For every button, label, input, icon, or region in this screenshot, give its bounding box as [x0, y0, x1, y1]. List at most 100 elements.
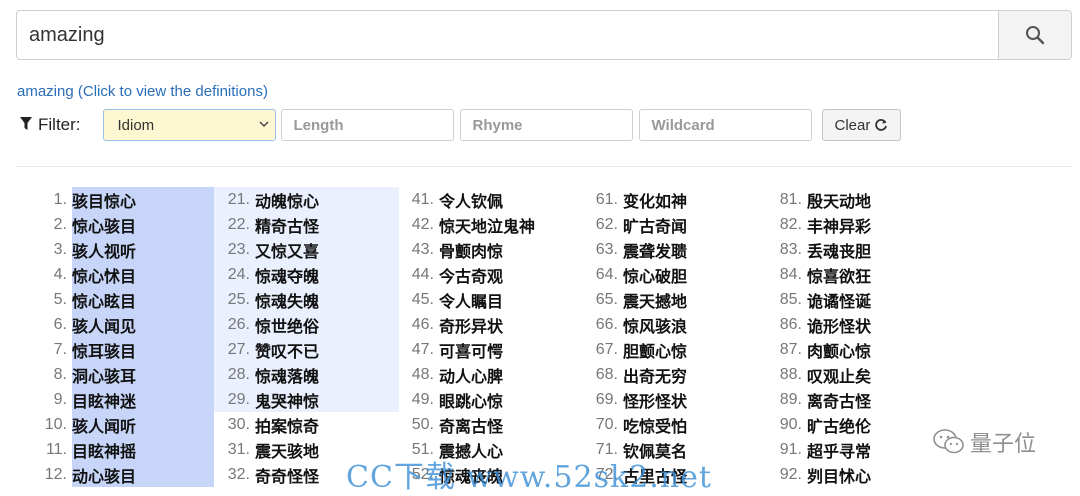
result-item[interactable]: 86. 诡形怪状	[762, 312, 871, 337]
result-item[interactable]: 4. 惊心怵目	[27, 262, 136, 287]
result-word[interactable]: 精奇古怪	[255, 213, 319, 237]
result-word[interactable]: 变化如神	[623, 188, 687, 212]
result-item[interactable]: 81. 殷天动地	[762, 187, 871, 212]
result-item[interactable]: 68. 出奇无穷	[578, 362, 687, 387]
result-word[interactable]: 震天骇地	[255, 438, 319, 462]
result-item[interactable]: 46. 奇形异状	[394, 312, 503, 337]
result-item[interactable]: 5. 惊心眩目	[27, 287, 136, 312]
wildcard-input[interactable]: Wildcard	[638, 109, 812, 141]
result-item[interactable]: 41. 令人钦佩	[394, 187, 503, 212]
result-item[interactable]: 69. 怪形怪状	[578, 387, 687, 412]
result-word[interactable]: 奇离古怪	[439, 413, 503, 437]
result-item[interactable]: 85. 诡谲怪诞	[762, 287, 871, 312]
result-item[interactable]: 27. 赞叹不已	[210, 337, 319, 362]
result-word[interactable]: 骇人闻听	[72, 413, 136, 437]
result-item[interactable]: 64. 惊心破胆	[578, 262, 687, 287]
result-word[interactable]: 骇目惊心	[72, 188, 136, 212]
result-item[interactable]: 10. 骇人闻听	[27, 412, 136, 437]
result-word[interactable]: 奇形异状	[439, 313, 503, 337]
result-word[interactable]: 惊心破胆	[623, 263, 687, 287]
result-item[interactable]: 89. 离奇古怪	[762, 387, 871, 412]
result-item[interactable]: 3. 骇人视听	[27, 237, 136, 262]
result-item[interactable]: 48. 动人心脾	[394, 362, 503, 387]
result-word[interactable]: 惊心怵目	[72, 263, 136, 287]
result-word[interactable]: 震聋发聩	[623, 238, 687, 262]
result-word[interactable]: 惊天地泣鬼神	[439, 213, 535, 237]
result-word[interactable]: 丢魂丧胆	[807, 238, 871, 262]
clear-button[interactable]: Clear	[821, 109, 902, 141]
result-item[interactable]: 29. 鬼哭神惊	[210, 387, 319, 412]
result-word[interactable]: 胆颤心惊	[623, 338, 687, 362]
result-word[interactable]: 令人钦佩	[439, 188, 503, 212]
result-item[interactable]: 90. 旷古绝伦	[762, 412, 871, 437]
result-item[interactable]: 44. 今古奇观	[394, 262, 503, 287]
result-item[interactable]: 62. 旷古奇闻	[578, 212, 687, 237]
result-word[interactable]: 骨颤肉惊	[439, 238, 503, 262]
result-word[interactable]: 肉颤心惊	[807, 338, 871, 362]
result-item[interactable]: 21. 动魄惊心	[210, 187, 319, 212]
result-item[interactable]: 43. 骨颤肉惊	[394, 237, 503, 262]
result-word[interactable]: 可喜可愕	[439, 338, 503, 362]
result-item[interactable]: 83. 丢魂丧胆	[762, 237, 871, 262]
result-item[interactable]: 23. 又惊又喜	[210, 237, 319, 262]
definition-link[interactable]: amazing (Click to view the definitions)	[17, 83, 268, 100]
result-word[interactable]: 惊魂落魄	[255, 363, 319, 387]
result-word[interactable]: 动人心脾	[439, 363, 503, 387]
result-item[interactable]: 92. 刿目怵心	[762, 462, 871, 487]
result-item[interactable]: 22. 精奇古怪	[210, 212, 319, 237]
result-word[interactable]: 出奇无穷	[623, 363, 687, 387]
result-item[interactable]: 26. 惊世绝俗	[210, 312, 319, 337]
result-item[interactable]: 9. 目眩神迷	[27, 387, 136, 412]
result-word[interactable]: 惊耳骇目	[72, 338, 136, 362]
result-word[interactable]: 拍案惊奇	[255, 413, 319, 437]
result-word[interactable]: 丰神异彩	[807, 213, 871, 237]
type-select[interactable]: Idiom	[102, 109, 276, 141]
result-word[interactable]: 叹观止矣	[807, 363, 871, 387]
result-item[interactable]: 88. 叹观止矣	[762, 362, 871, 387]
result-word[interactable]: 惊魂失魄	[255, 288, 319, 312]
result-item[interactable]: 6. 骇人闻见	[27, 312, 136, 337]
result-word[interactable]: 骇人视听	[72, 238, 136, 262]
result-word[interactable]: 旷古绝伦	[807, 413, 871, 437]
result-item[interactable]: 82. 丰神异彩	[762, 212, 871, 237]
result-item[interactable]: 30. 拍案惊奇	[210, 412, 319, 437]
result-item[interactable]: 70. 吃惊受怕	[578, 412, 687, 437]
result-item[interactable]: 67. 胆颤心惊	[578, 337, 687, 362]
result-item[interactable]: 11. 目眩神摇	[27, 437, 136, 462]
result-word[interactable]: 惊世绝俗	[255, 313, 319, 337]
result-word[interactable]: 惊风骇浪	[623, 313, 687, 337]
rhyme-input[interactable]: Rhyme	[459, 109, 633, 141]
result-word[interactable]: 离奇古怪	[807, 388, 871, 412]
result-item[interactable]: 32. 奇奇怪怪	[210, 462, 319, 487]
result-word[interactable]: 目眩神摇	[72, 438, 136, 462]
result-item[interactable]: 50. 奇离古怪	[394, 412, 503, 437]
result-word[interactable]: 惊心骇目	[72, 213, 136, 237]
result-item[interactable]: 65. 震天撼地	[578, 287, 687, 312]
result-item[interactable]: 87. 肉颤心惊	[762, 337, 871, 362]
result-item[interactable]: 8. 洞心骇耳	[27, 362, 136, 387]
result-word[interactable]: 殷天动地	[807, 188, 871, 212]
result-item[interactable]: 1. 骇目惊心	[27, 187, 136, 212]
result-word[interactable]: 令人瞩目	[439, 288, 503, 312]
result-word[interactable]: 鬼哭神惊	[255, 388, 319, 412]
result-item[interactable]: 66. 惊风骇浪	[578, 312, 687, 337]
length-input[interactable]: Length	[280, 109, 454, 141]
result-word[interactable]: 眼跳心惊	[439, 388, 503, 412]
search-button[interactable]	[998, 11, 1071, 59]
result-item[interactable]: 24. 惊魂夺魄	[210, 262, 319, 287]
result-item[interactable]: 84. 惊喜欲狂	[762, 262, 871, 287]
result-word[interactable]: 骇人闻见	[72, 313, 136, 337]
result-item[interactable]: 49. 眼跳心惊	[394, 387, 503, 412]
result-word[interactable]: 目眩神迷	[72, 388, 136, 412]
result-word[interactable]: 惊魂夺魄	[255, 263, 319, 287]
result-word[interactable]: 动魄惊心	[255, 188, 319, 212]
result-item[interactable]: 7. 惊耳骇目	[27, 337, 136, 362]
result-word[interactable]: 超乎寻常	[807, 438, 871, 462]
search-input[interactable]	[17, 11, 998, 59]
result-word[interactable]: 诡形怪状	[807, 313, 871, 337]
result-item[interactable]: 47. 可喜可愕	[394, 337, 503, 362]
result-word[interactable]: 动心骇目	[72, 463, 136, 487]
result-item[interactable]: 28. 惊魂落魄	[210, 362, 319, 387]
result-item[interactable]: 12. 动心骇目	[27, 462, 136, 487]
result-item[interactable]: 2. 惊心骇目	[27, 212, 136, 237]
